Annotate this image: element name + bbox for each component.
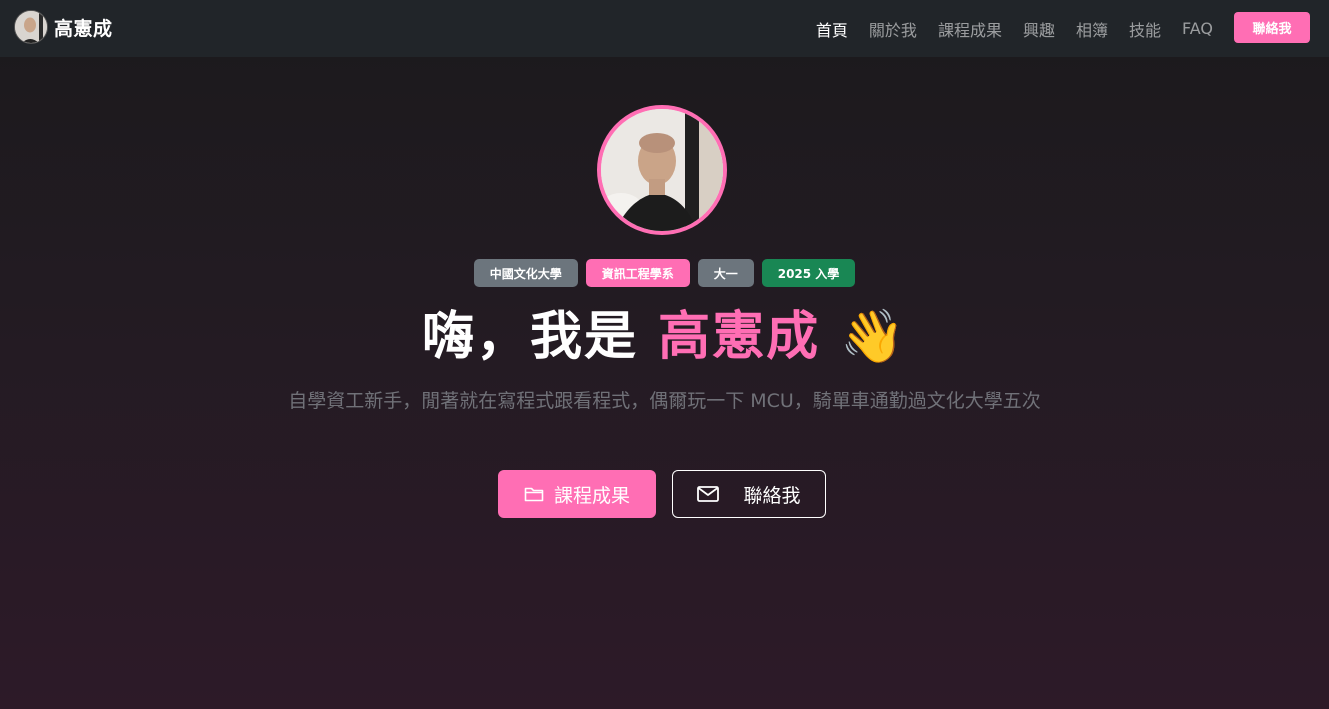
badge-university: 中國文化大學 [473, 259, 578, 287]
nav-links: 首頁 關於我 課程成果 興趣 相簿 技能 FAQ [795, 0, 1213, 57]
badge-enrollment: 2025 入學 [761, 259, 856, 287]
badge-year: 大一 [697, 259, 754, 287]
nav-item-interests[interactable]: 興趣 [1023, 17, 1055, 41]
avatar-photo-icon [15, 11, 47, 43]
hero-subtitle: 自學資工新手，閒著就在寫程式跟看程式，偶爾玩一下 MCU，騎單車通勤過文化大學五… [288, 390, 1041, 412]
nav-item-home[interactable]: 首頁 [816, 17, 848, 41]
folder-icon [524, 485, 544, 503]
contact-button-label: 聯絡我 [743, 484, 801, 507]
nav-contact-button[interactable]: 聯絡我 [1234, 12, 1310, 43]
badge-row: 中國文化大學 資訊工程學系 大一 2025 入學 [0, 259, 1329, 287]
brand[interactable]: 高憲成 [14, 10, 113, 44]
courses-button-label: 課程成果 [553, 484, 630, 507]
page: 高憲成 首頁 關於我 課程成果 興趣 相簿 技能 FAQ 聯絡我 中國文化大學 … [0, 0, 1329, 709]
navbar: 高憲成 首頁 關於我 課程成果 興趣 相簿 技能 FAQ 聯絡我 [0, 0, 1329, 57]
nav-item-courses[interactable]: 課程成果 [938, 17, 1002, 41]
nav-item-faq[interactable]: FAQ [1182, 19, 1213, 38]
envelope-icon [697, 486, 720, 502]
headline-name: 高憲成 [658, 307, 821, 367]
brand-avatar [14, 10, 48, 44]
courses-button[interactable]: 課程成果 [498, 470, 656, 518]
nav-item-gallery[interactable]: 相簿 [1076, 17, 1108, 41]
brand-name: 高憲成 [54, 17, 113, 40]
profile-photo-icon [601, 109, 723, 231]
wave-emoji-icon: 👋 [840, 307, 907, 367]
hero-headline: 嗨，我是 高憲成 👋 [0, 302, 1329, 372]
nav-item-about[interactable]: 關於我 [869, 17, 917, 41]
badge-department: 資訊工程學系 [585, 259, 690, 287]
contact-button[interactable]: 聯絡我 [672, 470, 826, 518]
headline-prefix: 嗨，我是 [422, 307, 659, 367]
hero-avatar [597, 105, 727, 235]
nav-item-skills[interactable]: 技能 [1129, 17, 1161, 41]
